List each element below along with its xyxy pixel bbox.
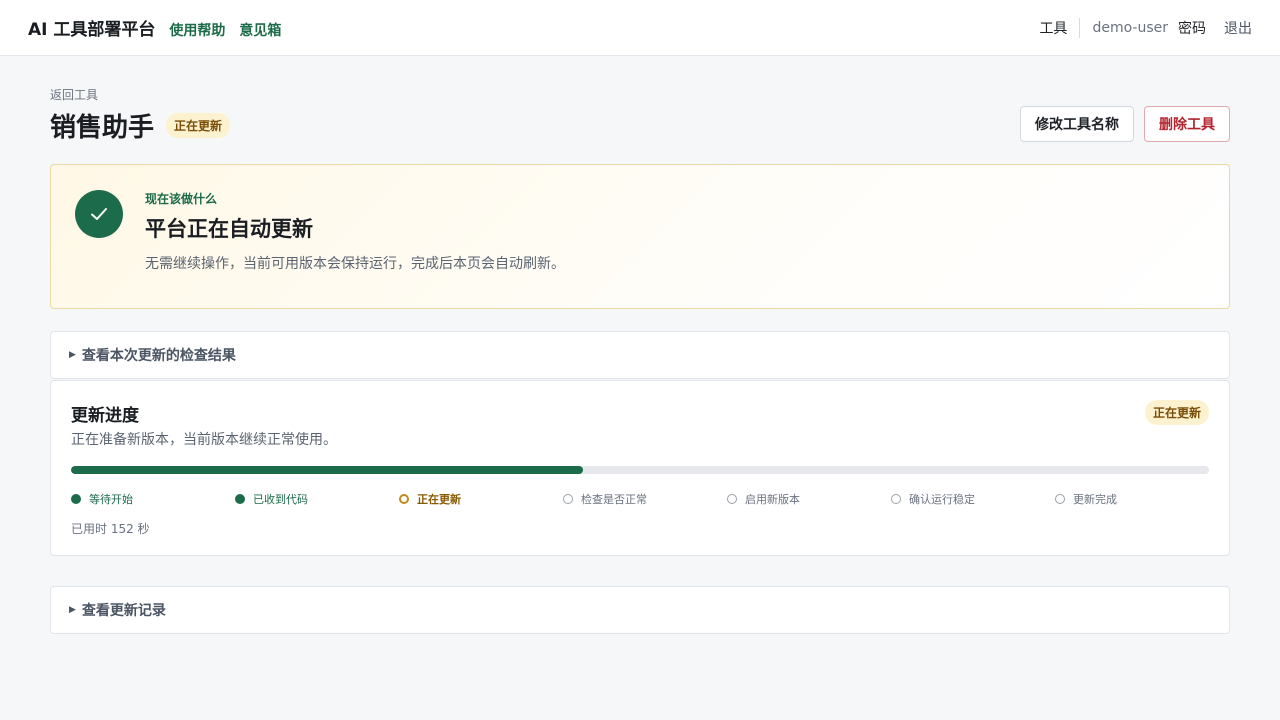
topbar-left: AI 工具部署平台 使用帮助 意见箱 [28, 15, 281, 40]
progress-status-badge: 正在更新 [1144, 400, 1209, 425]
progress-step: 正在更新 [399, 491, 461, 507]
progress-step-label: 正在更新 [417, 493, 461, 506]
progress-step: 已收到代码 [235, 491, 308, 507]
progress-step-label: 启用新版本 [745, 493, 800, 506]
progress-step-label: 更新完成 [1073, 493, 1117, 506]
progress-bar-fill [71, 466, 584, 474]
notice-panel: 现在该做什么 平台正在自动更新 无需继续操作，当前可用版本会保持运行，完成后本页… [50, 164, 1230, 309]
logout-link[interactable]: 退出 [1224, 18, 1252, 38]
brand-logo[interactable]: AI 工具部署平台 [28, 15, 155, 40]
step-todo-dot-icon [727, 494, 737, 504]
check-circle-icon [75, 190, 123, 238]
progress-step: 确认运行稳定 [891, 491, 975, 507]
progress-step: 启用新版本 [727, 491, 800, 507]
progress-step: 更新完成 [1055, 491, 1117, 507]
notice-description: 无需继续操作，当前可用版本会保持运行，完成后本页会自动刷新。 [145, 256, 565, 272]
top-bar: AI 工具部署平台 使用帮助 意见箱 工具 demo-user 密码 退出 [0, 0, 1280, 56]
checks-toggle-label: 查看本次更新的检查结果 [81, 348, 236, 364]
history-toggle-label: 查看更新记录 [81, 603, 166, 619]
rename-tool-button[interactable]: 修改工具名称 [1020, 105, 1134, 142]
delete-tool-button[interactable]: 删除工具 [1144, 105, 1230, 142]
step-todo-dot-icon [891, 494, 901, 504]
progress-step: 等待开始 [71, 491, 133, 507]
elapsed-time: 已用时 152 秒 [71, 522, 150, 536]
step-todo-dot-icon [563, 494, 573, 504]
progress-description: 正在准备新版本，当前版本继续正常使用。 [71, 432, 337, 448]
progress-bar [71, 466, 1209, 474]
notice-eyebrow: 现在该做什么 [145, 192, 218, 206]
password-link[interactable]: 密码 [1178, 18, 1206, 38]
step-done-dot-icon [235, 494, 245, 504]
action-buttons: 修改工具名称 删除工具 [1020, 105, 1230, 142]
back-to-tools-link[interactable]: 返回工具 [50, 86, 1230, 103]
nav-tools-link[interactable]: 工具 [1039, 17, 1081, 38]
title-left: 销售助手 正在更新 [50, 107, 231, 144]
progress-title: 更新进度 [71, 406, 139, 426]
progress-step-label: 确认运行稳定 [909, 493, 975, 506]
progress-card: 更新进度 正在准备新版本，当前版本继续正常使用。 正在更新 等待开始 已收到代码 正… [50, 380, 1230, 556]
title-row: 销售助手 正在更新 修改工具名称 删除工具 [50, 105, 1230, 144]
progress-step: 检查是否正常 [563, 491, 647, 507]
progress-steps: 等待开始 已收到代码 正在更新 检查是否正常 启用新版本 确认运行稳定 更新完成 [71, 491, 1219, 507]
step-active-dot-icon [399, 494, 409, 504]
step-done-dot-icon [71, 494, 81, 504]
notice-title: 平台正在自动更新 [145, 217, 313, 241]
progress-step-label: 等待开始 [89, 493, 133, 506]
step-todo-dot-icon [1055, 494, 1065, 504]
username-label: demo-user [1092, 19, 1168, 36]
checkmark-icon [91, 208, 107, 220]
progress-step-label: 已收到代码 [253, 493, 308, 506]
nav-feedback-link[interactable]: 意见箱 [239, 20, 281, 40]
status-badge: 正在更新 [166, 113, 231, 138]
triangle-right-icon: ▶ [69, 350, 76, 360]
progress-step-label: 检查是否正常 [581, 493, 647, 506]
checks-toggle[interactable]: ▶ 查看本次更新的检查结果 [50, 331, 1230, 379]
page-title: 销售助手 [50, 113, 155, 143]
triangle-right-icon: ▶ [69, 605, 76, 615]
notice-text: 现在该做什么 平台正在自动更新 无需继续操作，当前可用版本会保持运行，完成后本页… [145, 190, 565, 273]
nav-help-link[interactable]: 使用帮助 [169, 20, 225, 40]
topbar-right: 工具 demo-user 密码 退出 [1039, 17, 1252, 38]
main-content: 返回工具 销售助手 正在更新 修改工具名称 删除工具 现在该做什么 平台正在自动… [50, 86, 1230, 634]
history-toggle[interactable]: ▶ 查看更新记录 [50, 586, 1230, 634]
